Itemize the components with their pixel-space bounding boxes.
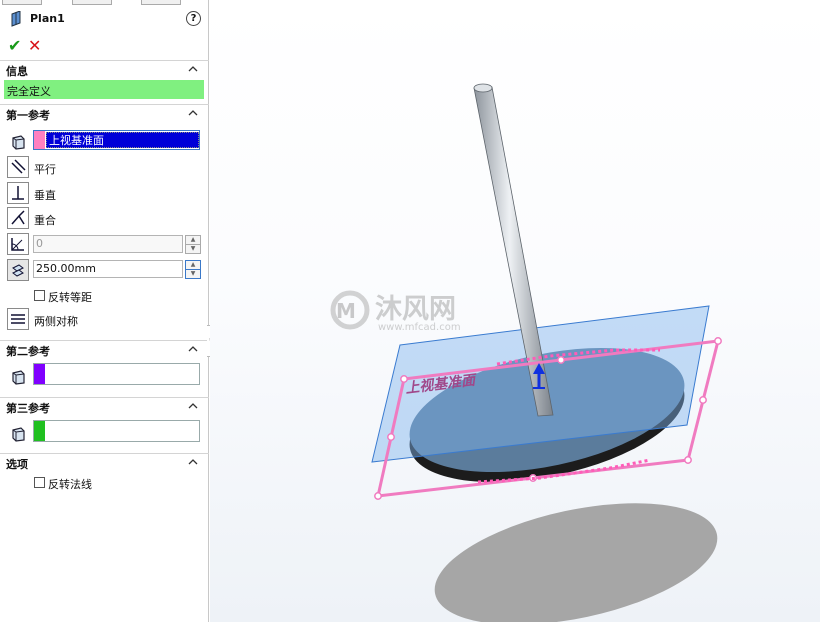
angle-input[interactable]: 0 [33,235,183,253]
second-reference-header[interactable]: 第二参考 [0,340,209,359]
watermark-url: www.mfcad.com [378,322,461,333]
third-reference-selection-box[interactable] [33,420,200,442]
first-reference-selected-item[interactable]: 上视基准面 [46,132,199,148]
third-reference-color-swatch [34,421,45,441]
help-icon[interactable]: ? [186,11,201,26]
watermark-brand: 沐风网 [375,294,456,325]
parallel-label: 平行 [34,163,56,176]
plane-handle[interactable] [557,356,565,364]
parallel-icon [11,159,26,174]
spin-down-icon[interactable]: ▼ [185,269,201,279]
plane-handle[interactable] [387,433,395,441]
feature-title: Plan1 [30,12,65,25]
mid-plane-label: 两侧对称 [34,315,78,328]
second-reference-color-swatch [34,364,45,384]
mid-plane-button[interactable] [7,308,29,330]
coincident-icon [11,210,25,225]
perpendicular-label: 垂直 [34,189,56,202]
flip-normal-label: 反转法线 [48,478,92,491]
plane-handle[interactable] [374,492,382,500]
offset-distance-button[interactable] [7,259,29,281]
ground-shadow [434,503,718,622]
distance-spinner[interactable]: ▲ ▼ [185,260,201,279]
ok-check-icon[interactable]: ✔ [8,38,21,54]
coincident-label: 重合 [34,214,56,227]
svg-text:M: M [336,299,356,323]
first-reference-color-swatch [34,131,45,149]
angle-icon [11,238,24,251]
first-reference-selection-box[interactable]: 上视基准面 [33,130,200,150]
reference-entity-icon [7,366,29,388]
shaft-top-cap [473,83,493,93]
panel-tab-strip[interactable] [0,0,209,5]
reference-entity-icon [7,131,29,153]
collapse-chevron-icon[interactable] [188,457,198,467]
third-reference-header[interactable]: 第三参考 [0,397,209,416]
flip-offset-checkbox[interactable] [34,290,45,301]
collapse-chevron-icon[interactable] [188,401,198,411]
status-message-text: 完全定义 [7,85,51,98]
coincident-button[interactable] [7,207,29,229]
status-message: 完全定义 [4,80,204,99]
plane-handle[interactable] [714,337,722,345]
offset-distance-icon [12,264,24,277]
options-section-title: 选项 [6,458,28,471]
model-scene[interactable]: M 沐风网 www.mfcad.com 上视基准面 [210,0,820,622]
collapse-chevron-icon[interactable] [188,64,198,74]
reference-entity-icon [7,423,29,445]
flip-normal-checkbox[interactable] [34,477,45,488]
panel-titlebar: Plan1 ? [0,6,209,32]
perpendicular-icon [12,186,24,200]
property-manager-panel: Plan1 ? ✔ ✕ 信息 完全定义 第一参考 上视基准面 平行 垂直 重合 … [0,0,209,622]
perpendicular-button[interactable] [7,182,29,204]
first-reference-title: 第一参考 [6,109,50,122]
flip-offset-label: 反转等距 [48,291,92,304]
plane-handle[interactable] [699,396,707,404]
options-section-header[interactable]: 选项 [0,453,209,472]
info-section-title: 信息 [6,65,28,78]
collapse-chevron-icon[interactable] [188,108,198,118]
spin-down-icon[interactable]: ▼ [185,244,201,254]
third-reference-title: 第三参考 [6,402,50,415]
angle-button[interactable] [7,233,29,255]
info-section-header[interactable]: 信息 [0,60,209,79]
offset-distance-input[interactable]: 250.00mm [33,260,183,278]
second-reference-title: 第二参考 [6,345,50,358]
parallel-button[interactable] [7,156,29,178]
angle-spinner[interactable]: ▲ ▼ [185,235,201,254]
second-reference-selection-box[interactable] [33,363,200,385]
plane-feature-icon [11,11,21,27]
first-reference-header[interactable]: 第一参考 [0,104,209,123]
graphics-viewport[interactable]: M 沐风网 www.mfcad.com 上视基准面 [210,0,820,622]
cancel-x-icon[interactable]: ✕ [28,38,41,54]
collapse-chevron-icon[interactable] [188,344,198,354]
plane-handle[interactable] [684,456,692,464]
watermark-logo: M 沐风网 www.mfcad.com [330,290,461,333]
mid-plane-icon [11,314,25,324]
